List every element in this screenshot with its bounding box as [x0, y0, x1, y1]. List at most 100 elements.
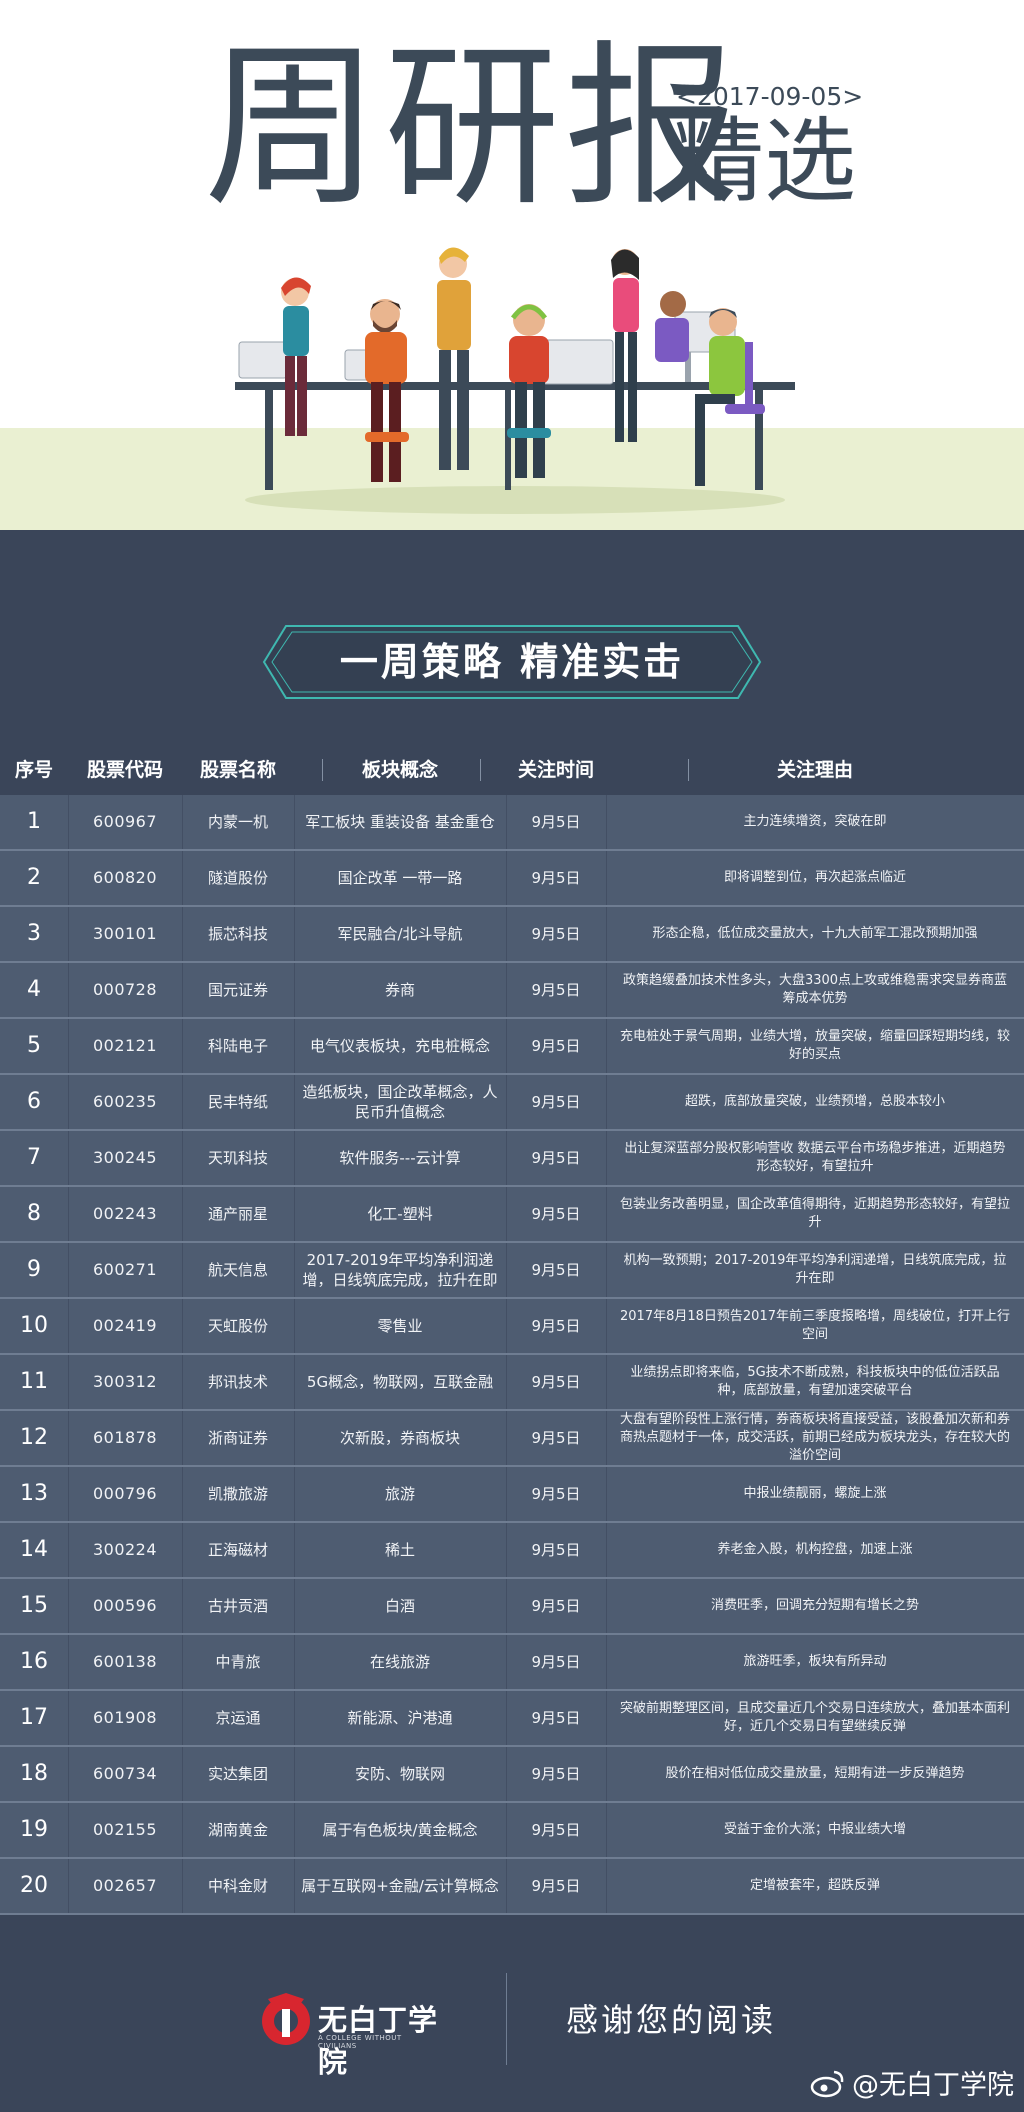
footer-divider: [506, 1973, 507, 2065]
table-row: 11 300312 邦讯技术 5G概念，物联网，互联金融 9月5日 业绩拐点即将来临，5G…: [0, 1355, 1024, 1411]
table-row: 18 600734 实达集团 安防、物联网 9月5日 股价在相对低位成交量放量，短期有进一…: [0, 1747, 1024, 1803]
cell-index: 14: [20, 1537, 48, 1562]
column-header-concept: 板块概念: [361, 759, 438, 781]
table-row: 10 002419 天虹股份 零售业 9月5日 2017年8月18日预告2017年前三季度…: [0, 1299, 1024, 1355]
cell-index: 19: [20, 1817, 48, 1842]
cell-index: 6: [27, 1089, 41, 1114]
cell-concept: 2017-2019年平均净利润递增，日线筑底完成，拉升在即: [302, 1251, 498, 1289]
cell-code: 002155: [92, 1820, 158, 1839]
cell-name: 京运通: [215, 1709, 261, 1727]
cell-time: 9月5日: [531, 1205, 581, 1223]
column-header-name: 股票名称: [199, 759, 276, 781]
cell-concept: 造纸板块，国企改革概念，人民币升值概念: [302, 1083, 498, 1121]
cell-index: 2: [27, 865, 41, 890]
cell-name: 科陆电子: [207, 1037, 268, 1055]
watermark-text: @无白丁学院: [852, 2070, 1014, 2101]
cell-reason: 即将调整到位，再次起涨点临近: [723, 870, 906, 885]
cell-index: 3: [27, 921, 41, 946]
cell-index: 17: [20, 1705, 48, 1730]
cell-time: 9月5日: [531, 1597, 581, 1615]
cell-code: 300312: [92, 1372, 158, 1391]
cell-reason: 2017年8月18日预告2017年前三季度报略增，周线破位，打开上行空间: [620, 1309, 1010, 1342]
cell-concept: 旅游: [384, 1485, 415, 1503]
cell-index: 10: [20, 1313, 48, 1338]
cell-name: 中青旅: [215, 1653, 261, 1671]
cell-time: 9月5日: [531, 1149, 581, 1167]
cell-concept: 在线旅游: [369, 1653, 430, 1671]
cell-concept: 次新股，券商板块: [339, 1429, 460, 1447]
cell-index: 16: [20, 1649, 48, 1674]
cell-name: 实达集团: [207, 1765, 268, 1783]
cell-code: 002419: [92, 1316, 158, 1335]
table-row: 12 601878 浙商证券 次新股，券商板块 9月5日 大盘有望阶段性上涨行情，券商板块…: [0, 1411, 1024, 1467]
cell-code: 600734: [92, 1764, 158, 1783]
table-row: 2 600820 隧道股份 国企改革 一带一路 9月5日 即将调整到位，再次起涨点临近: [0, 851, 1024, 907]
cell-reason: 充电桩处于景气周期，业绩大增，放量突破，缩量回踩短期均线，较好的买点: [619, 1029, 1010, 1062]
logo-tagline: A COLLEGE WITHOUT CIVILIANS: [318, 2034, 402, 2050]
footer: 无白丁学院 A COLLEGE WITHOUT CIVILIANS 感谢您的阅读…: [0, 1935, 1024, 2112]
cell-index: 8: [27, 1201, 41, 1226]
cell-reason: 业绩拐点即将来临，5G技术不断成熟，科技板块中的低位活跃品种，底部放量，有望加速…: [630, 1365, 1000, 1398]
cell-index: 12: [20, 1425, 48, 1450]
cell-time: 9月5日: [531, 813, 581, 831]
cell-name: 邦讯技术: [207, 1373, 268, 1391]
table-row: 1 600967 内蒙一机 军工板块 重装设备 基金重仓 9月5日 主力连续增资，突破在即: [0, 795, 1024, 851]
cell-code: 000796: [92, 1484, 158, 1503]
cell-concept: 安防、物联网: [354, 1765, 445, 1783]
cell-concept: 零售业: [377, 1317, 423, 1335]
table-row: 15 000596 古井贡酒 白酒 9月5日 消费旺季，回调充分短期有增长之势: [0, 1579, 1024, 1635]
cell-code: 600820: [92, 868, 158, 887]
table-row: 9 600271 航天信息 2017-2019年平均净利润递增，日线筑底完成，拉升在即…: [0, 1243, 1024, 1299]
strategy-banner: 一周策略 精准实击: [262, 624, 762, 700]
cell-concept: 新能源、沪港通: [347, 1709, 453, 1727]
cell-time: 9月5日: [531, 1541, 581, 1559]
cell-name: 天玑科技: [207, 1149, 268, 1167]
table-row: 5 002121 科陆电子 电气仪表板块，充电桩概念 9月5日 充电桩处于景气周期，业绩大…: [0, 1019, 1024, 1075]
cell-code: 601908: [92, 1708, 158, 1727]
cell-reason: 突破前期整理区间，且成交量近几个交易日连续放大，叠加基本面利好，近几个交易日有望…: [619, 1701, 1010, 1734]
cell-concept: 国企改革 一带一路: [337, 869, 463, 887]
cell-code: 600235: [92, 1092, 158, 1111]
cell-concept: 属于互联网+金融/云计算概念: [301, 1877, 499, 1895]
cell-index: 13: [20, 1481, 48, 1506]
cell-index: 5: [27, 1033, 41, 1058]
cell-concept: 军民融合/北斗导航: [337, 925, 463, 943]
cell-concept: 化工-塑料: [367, 1205, 433, 1223]
cell-time: 9月5日: [531, 981, 581, 999]
cell-time: 9月5日: [531, 1317, 581, 1335]
cell-concept: 属于有色板块/黄金概念: [322, 1821, 478, 1839]
table-row: 17 601908 京运通 新能源、沪港通 9月5日 突破前期整理区间，且成交量近几个交易…: [0, 1691, 1024, 1747]
column-header-code: 股票代码: [86, 759, 163, 781]
column-header-reason: 关注理由: [776, 759, 853, 781]
table-row: 8 002243 通产丽星 化工-塑料 9月5日 包装业务改善明显，国企改革值得期待，近期…: [0, 1187, 1024, 1243]
thanks-text: 感谢您的阅读: [566, 2001, 777, 2039]
table-row: 14 300224 正海磁材 稀土 9月5日 养老金入股，机构控盘，加速上涨: [0, 1523, 1024, 1579]
cell-time: 9月5日: [531, 1653, 581, 1671]
table-row: 20 002657 中科金财 属于互联网+金融/云计算概念 9月5日 定增被套牢，超跌反弹: [0, 1859, 1024, 1915]
cell-name: 通产丽星: [207, 1205, 268, 1223]
table-row: 16 600138 中青旅 在线旅游 9月5日 旅游旺季，板块有所异动: [0, 1635, 1024, 1691]
cell-reason: 受益于金价大涨；中报业绩大增: [723, 1822, 906, 1837]
cell-code: 600138: [92, 1652, 158, 1671]
cell-concept: 稀土: [384, 1541, 415, 1559]
page-subtitle: 精选: [672, 108, 857, 215]
banner-text: 一周策略 精准实击: [339, 640, 685, 684]
cell-reason: 机构一致预期；2017-2019年平均净利润递增，日线筑底完成，拉升在即: [623, 1253, 1007, 1286]
cell-name: 湖南黄金: [207, 1821, 268, 1839]
report-date: <2017-09-05>: [676, 82, 864, 111]
cell-time: 9月5日: [531, 1093, 581, 1111]
cell-code: 002243: [92, 1204, 158, 1223]
header-separator: [480, 759, 481, 781]
cell-name: 航天信息: [207, 1261, 268, 1279]
brand-logo: 无白丁学院 A COLLEGE WITHOUT CIVILIANS: [258, 1987, 438, 2079]
cell-name: 振芯科技: [207, 925, 268, 943]
header: 周研报 <2017-09-05> 精选: [0, 0, 1024, 530]
cell-name: 浙商证券: [207, 1429, 268, 1447]
cell-reason: 养老金入股，机构控盘，加速上涨: [717, 1542, 913, 1557]
cell-name: 凯撒旅游: [207, 1485, 268, 1503]
cell-code: 300245: [92, 1148, 158, 1167]
table-row: 7 300245 天玑科技 软件服务---云计算 9月5日 出让复深蓝部分股权影响营收 数…: [0, 1131, 1024, 1187]
cell-concept: 电气仪表板块，充电桩概念: [309, 1037, 490, 1055]
cell-concept: 软件服务---云计算: [339, 1149, 461, 1167]
table-row: 19 002155 湖南黄金 属于有色板块/黄金概念 9月5日 受益于金价大涨；中报业绩大…: [0, 1803, 1024, 1859]
